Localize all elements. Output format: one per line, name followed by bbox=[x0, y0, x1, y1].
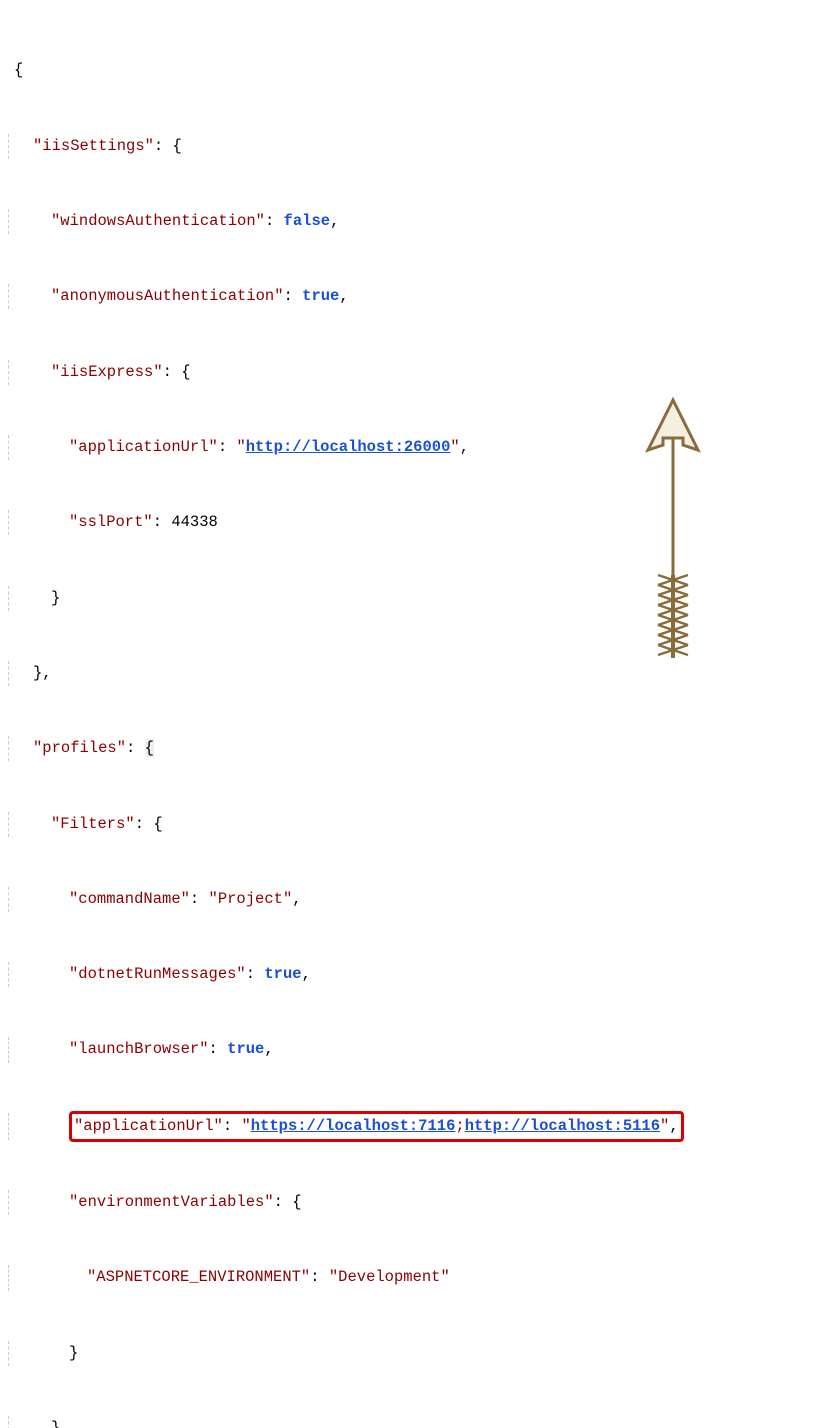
json-key: "anonymousAuthentication" bbox=[51, 287, 284, 305]
highlighted-line: "applicationUrl": "https://localhost:711… bbox=[8, 1113, 810, 1140]
json-bool: true bbox=[302, 287, 339, 305]
code-line: "anonymousAuthentication": true, bbox=[8, 284, 810, 309]
code-line: "environmentVariables": { bbox=[8, 1190, 810, 1215]
url-link[interactable]: http://localhost:5116 bbox=[465, 1117, 660, 1135]
json-bool: false bbox=[284, 212, 331, 230]
json-bool: true bbox=[264, 965, 301, 983]
json-key: "launchBrowser" bbox=[69, 1040, 209, 1058]
code-line: } bbox=[8, 586, 810, 611]
json-key: "sslPort" bbox=[69, 513, 153, 531]
json-string: "Development" bbox=[329, 1268, 450, 1286]
code-block: { "iisSettings": { "windowsAuthenticatio… bbox=[8, 8, 810, 1428]
json-key: "iisSettings" bbox=[33, 137, 154, 155]
url-link[interactable]: https://localhost:7116 bbox=[251, 1117, 456, 1135]
url-link[interactable]: http://localhost:26000 bbox=[246, 438, 451, 456]
code-line: "applicationUrl": "http://localhost:2600… bbox=[8, 435, 810, 460]
json-key: "profiles" bbox=[33, 739, 126, 757]
code-line: "iisExpress": { bbox=[8, 360, 810, 385]
code-line: { bbox=[8, 58, 810, 83]
json-key: "ASPNETCORE_ENVIRONMENT" bbox=[87, 1268, 310, 1286]
code-line: "windowsAuthentication": false, bbox=[8, 209, 810, 234]
code-line: "sslPort": 44338 bbox=[8, 510, 810, 535]
code-line: "profiles": { bbox=[8, 736, 810, 761]
code-line: "launchBrowser": true, bbox=[8, 1037, 810, 1062]
json-key: "applicationUrl" bbox=[69, 438, 218, 456]
json-bool: true bbox=[227, 1040, 264, 1058]
json-number: 44338 bbox=[171, 513, 218, 531]
json-key: "windowsAuthentication" bbox=[51, 212, 265, 230]
code-line: "dotnetRunMessages": true, bbox=[8, 962, 810, 987]
code-line: "iisSettings": { bbox=[8, 134, 810, 159]
code-line: }, bbox=[8, 1416, 810, 1428]
code-line: }, bbox=[8, 661, 810, 686]
json-key: "commandName" bbox=[69, 890, 190, 908]
json-key: "iisExpress" bbox=[51, 363, 163, 381]
json-key: "environmentVariables" bbox=[69, 1193, 274, 1211]
highlight-box: "applicationUrl": "https://localhost:711… bbox=[69, 1111, 684, 1142]
json-key: "applicationUrl" bbox=[74, 1117, 223, 1135]
json-key: "Filters" bbox=[51, 815, 135, 833]
code-line: "Filters": { bbox=[8, 812, 810, 837]
code-line: } bbox=[8, 1341, 810, 1366]
code-line: "ASPNETCORE_ENVIRONMENT": "Development" bbox=[8, 1265, 810, 1290]
json-string: "Project" bbox=[209, 890, 293, 908]
json-key: "dotnetRunMessages" bbox=[69, 965, 246, 983]
code-line: "commandName": "Project", bbox=[8, 887, 810, 912]
